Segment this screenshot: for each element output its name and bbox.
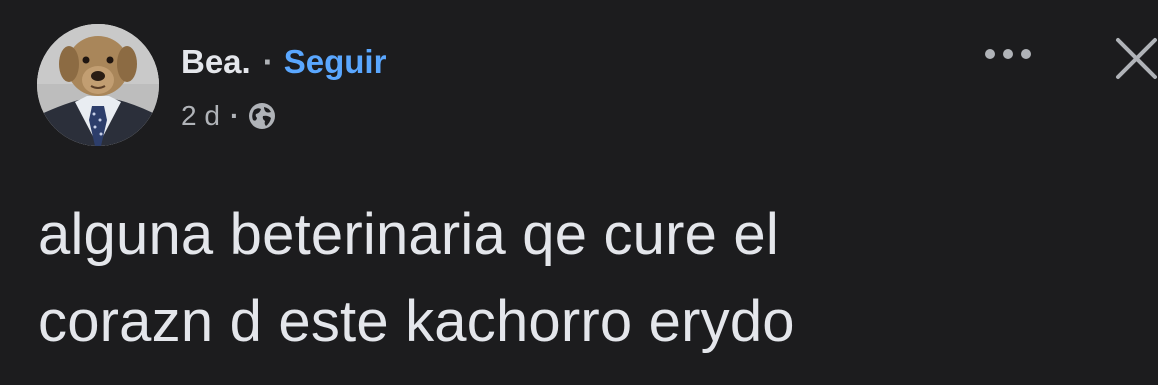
post-meta: 2 d · <box>181 96 277 136</box>
post-text: alguna beterinaria qe cure el corazn d e… <box>38 191 1118 365</box>
post-text-line: alguna beterinaria qe cure el <box>38 202 779 267</box>
post-timestamp[interactable]: 2 d <box>181 100 220 132</box>
avatar-image <box>37 24 159 146</box>
post-header: Bea. · Seguir <box>181 40 386 84</box>
author-name[interactable]: Bea. <box>181 43 251 81</box>
header-separator: · <box>262 43 274 80</box>
post-text-line: corazn d este kachorro erydo <box>38 289 795 354</box>
more-dots-icon <box>985 49 1031 59</box>
meta-separator: · <box>229 100 240 131</box>
close-button[interactable] <box>1113 35 1158 80</box>
post-card: Bea. · Seguir 2 d · alguna beterinaria q… <box>0 0 1158 385</box>
avatar[interactable] <box>37 24 159 146</box>
globe-icon <box>247 101 277 131</box>
close-icon <box>1116 38 1157 79</box>
more-options-button[interactable] <box>982 36 1034 72</box>
follow-button[interactable]: Seguir <box>284 43 387 81</box>
